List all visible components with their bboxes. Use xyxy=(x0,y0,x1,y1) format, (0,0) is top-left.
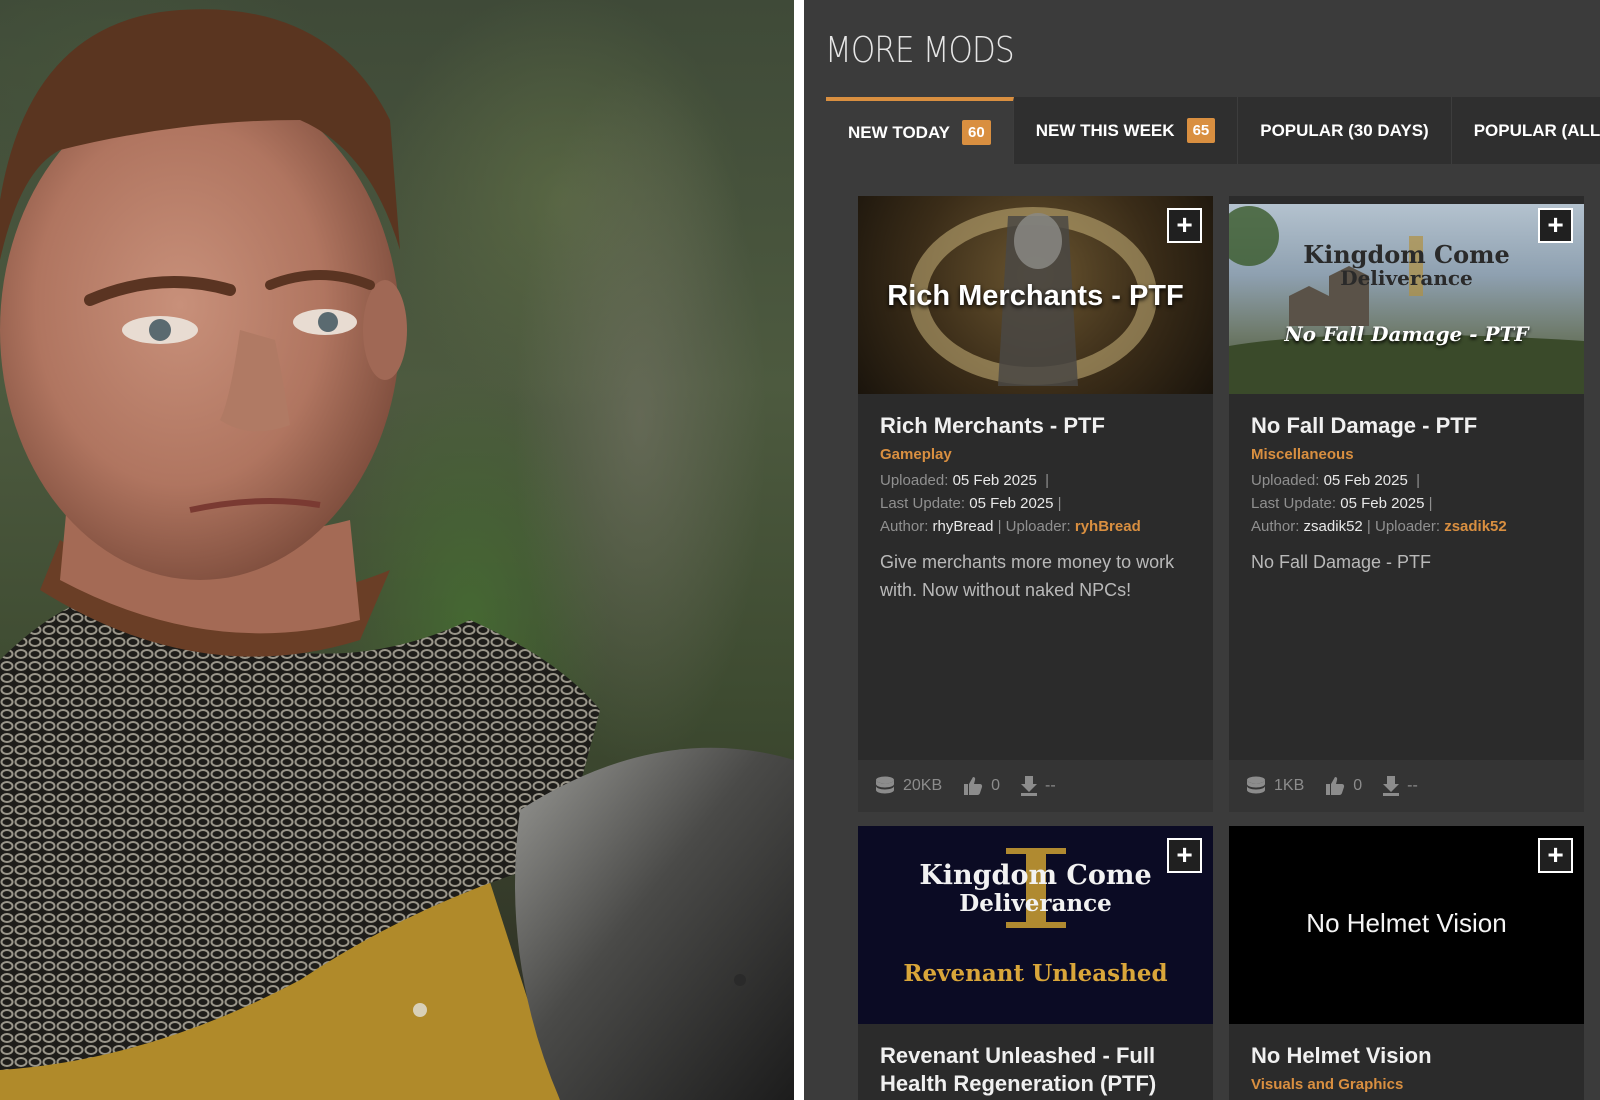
castle-landscape-art xyxy=(1229,196,1584,394)
mod-category[interactable]: Miscellaneous xyxy=(1251,446,1562,463)
endorsement-count: 0 xyxy=(1353,777,1363,794)
mod-card-body: No Fall Damage - PTF Miscellaneous Uploa… xyxy=(1229,394,1584,576)
download-stat: -- xyxy=(1020,776,1056,796)
uploader-label: Uploader: xyxy=(1005,518,1071,535)
author-label: Author: xyxy=(1251,518,1300,535)
mod-description: No Fall Damage - PTF xyxy=(1251,552,1432,572)
mod-card[interactable]: Kingdom Come Deliverance Revenant Unleas… xyxy=(858,826,1213,1100)
mod-meta: Uploaded: 05 Feb 2025 | Last Update: 05 … xyxy=(1251,472,1507,535)
mod-title[interactable]: Revenant Unleashed - Full Health Regener… xyxy=(880,1042,1191,1098)
character-portrait xyxy=(0,0,794,1100)
file-size: 1KB xyxy=(1274,777,1305,794)
plus-icon[interactable]: + xyxy=(1538,838,1573,873)
plus-icon[interactable]: + xyxy=(1167,838,1202,873)
tab-label: POPULAR (ALL xyxy=(1473,120,1600,140)
plus-icon[interactable]: + xyxy=(1538,208,1573,243)
tab-popular-30-days[interactable]: POPULAR (30 DAYS) xyxy=(1238,97,1452,164)
file-size: 20KB xyxy=(903,777,943,794)
download-icon xyxy=(1383,776,1400,796)
mod-card-body: No Helmet Vision Visuals and Graphics xyxy=(1229,1024,1584,1093)
mod-stats: 20KB 0 -- xyxy=(858,760,1213,812)
tab-new-today[interactable]: NEW TODAY 60 xyxy=(826,97,1014,164)
mod-title[interactable]: No Fall Damage - PTF xyxy=(1251,412,1562,440)
mod-thumbnail[interactable]: Rich Merchants - PTF + xyxy=(858,196,1213,394)
more-mods-panel: MORE MODS NEW TODAY 60 NEW THIS WEEK 65 … xyxy=(804,0,1600,1100)
mod-thumbnail[interactable]: Kingdom Come Deliverance Revenant Unleas… xyxy=(858,826,1213,1024)
mod-stats: 1KB 0 -- xyxy=(1229,760,1584,812)
section-title: MORE MODS xyxy=(825,30,1015,71)
uploaded-label: Uploaded: xyxy=(1251,472,1320,489)
file-size-stat: 1KB xyxy=(1245,775,1304,797)
last-update-date: 05 Feb 2025 xyxy=(1340,495,1425,512)
mod-meta: Uploaded: 05 Feb 2025 | Last Update: 05 … xyxy=(880,472,1141,535)
endorsement-stat: 0 xyxy=(1324,775,1362,797)
endorsement-stat: 0 xyxy=(962,775,1000,797)
mod-card[interactable]: No Helmet Vision + No Helmet Vision Visu… xyxy=(1229,826,1584,1100)
download-count: -- xyxy=(1407,777,1418,794)
thumbs-up-icon xyxy=(1326,777,1345,795)
plus-icon[interactable]: + xyxy=(1167,208,1202,243)
last-update-label: Last Update: xyxy=(880,495,966,512)
uploaded-label: Uploaded: xyxy=(880,472,949,489)
mod-title[interactable]: No Helmet Vision xyxy=(1251,1042,1562,1070)
uploaded-date: 05 Feb 2025 xyxy=(952,472,1037,489)
file-size-icon xyxy=(876,776,894,794)
portrait-illustration xyxy=(0,9,794,1100)
download-count: -- xyxy=(1045,777,1056,794)
tab-popular-all-time[interactable]: POPULAR (ALL xyxy=(1452,97,1600,164)
thumbs-up-icon xyxy=(964,777,983,795)
thumbnail-title: No Helmet Vision xyxy=(1306,908,1507,938)
author-name[interactable]: zsadik52 xyxy=(1304,518,1363,535)
endorsement-count: 0 xyxy=(991,777,1001,794)
tab-label: POPULAR (30 DAYS) xyxy=(1260,120,1429,140)
kcd-logo-art xyxy=(1006,848,1066,928)
mod-card-body: Rich Merchants - PTF Gameplay Uploaded: … xyxy=(858,394,1213,604)
download-icon xyxy=(1021,776,1038,796)
last-update-label: Last Update: xyxy=(1251,495,1337,512)
mod-thumbnail[interactable]: No Helmet Vision + xyxy=(1229,826,1584,1024)
file-size-icon xyxy=(1247,776,1265,794)
tab-label: NEW TODAY xyxy=(848,122,951,142)
thumbnail-title: Rich Merchants - PTF xyxy=(887,280,1184,312)
mod-card[interactable]: Kingdom Come Deliverance No Fall Damage … xyxy=(1229,196,1584,812)
kcd-logo-line-2: Deliverance xyxy=(1340,266,1473,290)
kcd-logo-line-1: Kingdom Come xyxy=(919,860,1152,891)
mod-card-body: Revenant Unleashed - Full Health Regener… xyxy=(858,1024,1213,1098)
thumbnail-title: Revenant Unleashed xyxy=(903,960,1168,987)
thumbnail-title: No Fall Damage - PTF xyxy=(1284,322,1529,346)
uploader-link[interactable]: ryhBread xyxy=(1075,518,1141,535)
mod-title[interactable]: Rich Merchants - PTF xyxy=(880,412,1191,440)
uploader-link[interactable]: zsadik52 xyxy=(1444,518,1507,535)
mod-category[interactable]: Gameplay xyxy=(880,446,1191,463)
last-update-date: 05 Feb 2025 xyxy=(969,495,1054,512)
kcd-logo-line-2: Deliverance xyxy=(959,890,1112,917)
author-label: Author: xyxy=(880,518,929,535)
mod-category[interactable]: Visuals and Graphics xyxy=(1251,1076,1562,1093)
kcd-logo-line-1: Kingdom Come xyxy=(1303,240,1510,269)
mod-description: Give merchants more money to work with. … xyxy=(880,552,1175,600)
author-name[interactable]: rhyBread xyxy=(933,518,994,535)
uploader-label: Uploader: xyxy=(1374,518,1441,535)
mod-tabs: NEW TODAY 60 NEW THIS WEEK 65 POPULAR (3… xyxy=(826,97,1600,164)
download-stat: -- xyxy=(1382,776,1418,796)
tab-label: NEW THIS WEEK xyxy=(1035,120,1175,140)
mod-thumbnail[interactable]: Kingdom Come Deliverance No Fall Damage … xyxy=(1229,196,1584,394)
count-badge: 65 xyxy=(1186,118,1216,143)
file-size-stat: 20KB xyxy=(874,775,942,797)
mod-card[interactable]: Rich Merchants - PTF + Rich Merchants - … xyxy=(858,196,1213,812)
uploaded-date: 05 Feb 2025 xyxy=(1323,472,1408,489)
count-badge: 60 xyxy=(962,120,991,145)
tab-new-this-week[interactable]: NEW THIS WEEK 65 xyxy=(1014,97,1239,164)
